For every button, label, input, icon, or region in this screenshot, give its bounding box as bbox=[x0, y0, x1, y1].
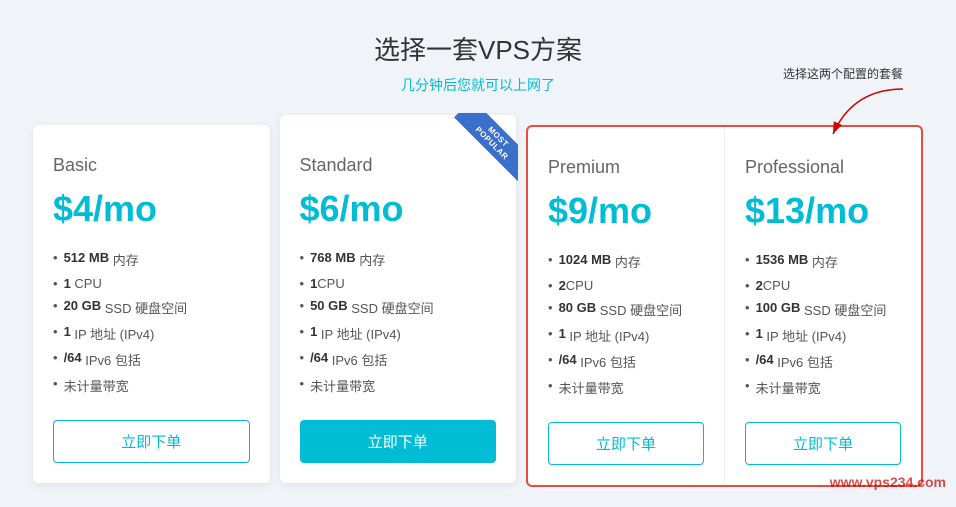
plan-premium: Premium $9/mo 1024 MB 内存 2CPU 80 GB SSD … bbox=[528, 127, 724, 485]
feature-ram: 512 MB 内存 bbox=[53, 250, 250, 269]
plan-standard-price: $6/mo bbox=[300, 188, 497, 230]
feature-bandwidth: 未计量带宽 bbox=[745, 378, 901, 397]
feature-ipv6: /64 IPv6 包括 bbox=[548, 352, 704, 371]
plan-standard-order-button[interactable]: 立即下单 bbox=[300, 420, 497, 463]
feature-cpu: 1 CPU bbox=[53, 276, 250, 291]
feature-ipv6: /64 IPv6 包括 bbox=[745, 352, 901, 371]
feature-ipv6: /64 IPv6 包括 bbox=[300, 350, 497, 369]
plan-basic: Basic $4/mo 512 MB 内存 1 CPU 20 GB SSD 硬盘… bbox=[33, 125, 270, 483]
plan-professional-order-button[interactable]: 立即下单 bbox=[745, 422, 901, 465]
feature-cpu: 2CPU bbox=[745, 278, 901, 293]
plan-basic-price: $4/mo bbox=[53, 188, 250, 230]
feature-ip: 1 IP 地址 (IPv4) bbox=[53, 324, 250, 343]
watermark: www.vps234.com bbox=[830, 474, 946, 490]
feature-bandwidth: 未计量带宽 bbox=[300, 376, 497, 395]
feature-ssd: 80 GB SSD 硬盘空间 bbox=[548, 300, 704, 319]
plan-basic-order-button[interactable]: 立即下单 bbox=[53, 420, 250, 463]
feature-ssd: 100 GB SSD 硬盘空间 bbox=[745, 300, 901, 319]
plan-standard-features: 768 MB 内存 1CPU 50 GB SSD 硬盘空间 1 IP 地址 (I… bbox=[300, 250, 497, 395]
feature-ssd: 50 GB SSD 硬盘空间 bbox=[300, 298, 497, 317]
feature-ipv6: /64 IPv6 包括 bbox=[53, 350, 250, 369]
feature-bandwidth: 未计量带宽 bbox=[548, 378, 704, 397]
plan-professional: Professional $13/mo 1536 MB 内存 2CPU 100 … bbox=[724, 127, 921, 485]
feature-bandwidth: 未计量带宽 bbox=[53, 376, 250, 395]
plans-container: 选择这两个配置的套餐 Basic $4/mo 512 MB 内存 1 CPU 2… bbox=[28, 125, 928, 487]
feature-ram: 768 MB 内存 bbox=[300, 250, 497, 269]
highlighted-plans: Premium $9/mo 1024 MB 内存 2CPU 80 GB SSD … bbox=[526, 125, 923, 487]
page-title: 选择一套VPS方案 bbox=[374, 30, 582, 67]
plan-professional-features: 1536 MB 内存 2CPU 100 GB SSD 硬盘空间 1 IP 地址 … bbox=[745, 252, 901, 397]
plan-premium-name: Premium bbox=[548, 157, 704, 178]
plan-basic-name: Basic bbox=[53, 155, 250, 176]
page-subtitle: 几分钟后您就可以上网了 bbox=[401, 75, 555, 95]
feature-ssd: 20 GB SSD 硬盘空间 bbox=[53, 298, 250, 317]
plan-professional-name: Professional bbox=[745, 157, 901, 178]
plan-premium-features: 1024 MB 内存 2CPU 80 GB SSD 硬盘空间 1 IP 地址 (… bbox=[548, 252, 704, 397]
plan-premium-order-button[interactable]: 立即下单 bbox=[548, 422, 704, 465]
ribbon-label: MOSTPOPULAR bbox=[454, 113, 518, 181]
plan-basic-features: 512 MB 内存 1 CPU 20 GB SSD 硬盘空间 1 IP 地址 (… bbox=[53, 250, 250, 395]
most-popular-badge: MOSTPOPULAR bbox=[443, 113, 518, 188]
plan-premium-price: $9/mo bbox=[548, 190, 704, 232]
feature-ram: 1536 MB 内存 bbox=[745, 252, 901, 271]
feature-ip: 1 IP 地址 (IPv4) bbox=[548, 326, 704, 345]
plan-professional-price: $13/mo bbox=[745, 190, 901, 232]
feature-cpu: 2CPU bbox=[548, 278, 704, 293]
feature-ram: 1024 MB 内存 bbox=[548, 252, 704, 271]
feature-cpu: 1CPU bbox=[300, 276, 497, 291]
feature-ip: 1 IP 地址 (IPv4) bbox=[300, 324, 497, 343]
plan-standard: MOSTPOPULAR Standard $6/mo 768 MB 内存 1CP… bbox=[280, 115, 517, 483]
feature-ip: 1 IP 地址 (IPv4) bbox=[745, 326, 901, 345]
